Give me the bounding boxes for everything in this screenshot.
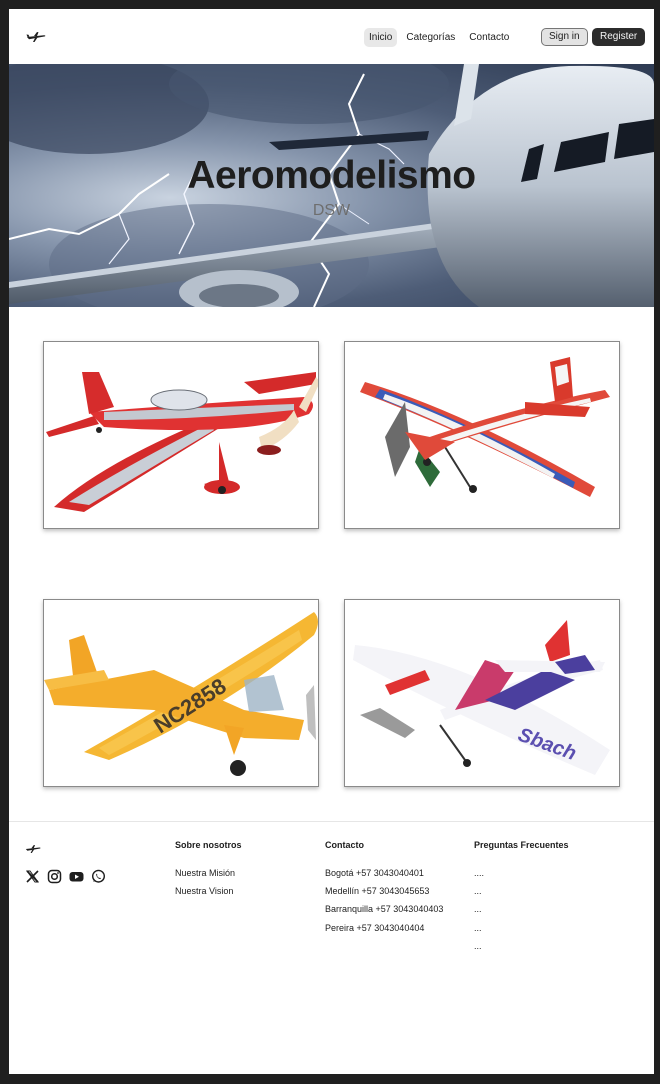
gallery-card-yellow-cub[interactable]: NC2858 bbox=[43, 599, 319, 787]
footer-link-vision[interactable]: Nuestra Vision bbox=[175, 882, 242, 900]
footer-faq-item[interactable]: ... bbox=[474, 937, 569, 955]
footer-link-mision[interactable]: Nuestra Misión bbox=[175, 864, 242, 882]
footer-contact-medellin[interactable]: Medellín +57 3043045653 bbox=[325, 882, 443, 900]
sbach-plane-image: Sbach bbox=[353, 620, 610, 775]
footer-faq-item[interactable]: .... bbox=[474, 864, 569, 882]
footer-contact-bogota[interactable]: Bogotá +57 3043040401 bbox=[325, 864, 443, 882]
footer-airplane-logo-icon[interactable] bbox=[25, 844, 41, 854]
page: Inicio Categorías Contacto Sign in Regis… bbox=[9, 9, 654, 1074]
nav-inicio[interactable]: Inicio bbox=[364, 28, 398, 47]
nav-categorias[interactable]: Categorías bbox=[401, 28, 460, 47]
footer-about-column: Sobre nosotros Nuestra Misión Nuestra Vi… bbox=[175, 840, 242, 900]
footer-faq-title: Preguntas Frecuentes bbox=[474, 840, 569, 850]
yellow-cub-plane-image: NC2858 bbox=[44, 612, 318, 776]
footer-contact-barranquilla[interactable]: Barranquilla +57 3043040403 bbox=[325, 900, 443, 918]
header: Inicio Categorías Contacto Sign in Regis… bbox=[9, 9, 654, 64]
youtube-icon[interactable] bbox=[69, 869, 84, 884]
main-nav: Inicio Categorías Contacto bbox=[364, 28, 514, 47]
sign-in-button[interactable]: Sign in bbox=[541, 28, 588, 46]
gallery-card-red-plane[interactable] bbox=[43, 341, 319, 529]
x-icon[interactable] bbox=[25, 869, 40, 884]
red-aerobatic-plane-image bbox=[46, 372, 318, 512]
gallery-card-sbach-plane[interactable]: Sbach bbox=[344, 599, 620, 787]
3d-foam-plane-image bbox=[360, 357, 610, 497]
instagram-icon[interactable] bbox=[47, 869, 62, 884]
whatsapp-icon[interactable] bbox=[91, 869, 106, 884]
social-links bbox=[25, 869, 106, 884]
hero-subtitle: DSW bbox=[312, 202, 351, 219]
footer-contact-column: Contacto Bogotá +57 3043040401 Medellín … bbox=[325, 840, 443, 937]
airplane-logo-icon[interactable] bbox=[26, 31, 46, 43]
footer-faq-column: Preguntas Frecuentes .... ... ... ... ..… bbox=[474, 840, 569, 955]
footer-faq-item[interactable]: ... bbox=[474, 900, 569, 918]
footer-faq-item[interactable]: ... bbox=[474, 919, 569, 937]
footer-about-title: Sobre nosotros bbox=[175, 840, 242, 850]
nav-contacto[interactable]: Contacto bbox=[464, 28, 514, 47]
footer-faq-item[interactable]: ... bbox=[474, 882, 569, 900]
footer-contact-title: Contacto bbox=[325, 840, 364, 850]
hero-title: Aeromodelismo bbox=[187, 154, 476, 197]
footer: Sobre nosotros Nuestra Misión Nuestra Vi… bbox=[9, 821, 654, 1074]
gallery-card-3d-plane[interactable] bbox=[344, 341, 620, 529]
register-button[interactable]: Register bbox=[592, 28, 646, 46]
footer-contact-pereira[interactable]: Pereira +57 3043040404 bbox=[325, 919, 443, 937]
hero-banner: Aeromodelismo DSW bbox=[9, 64, 654, 307]
